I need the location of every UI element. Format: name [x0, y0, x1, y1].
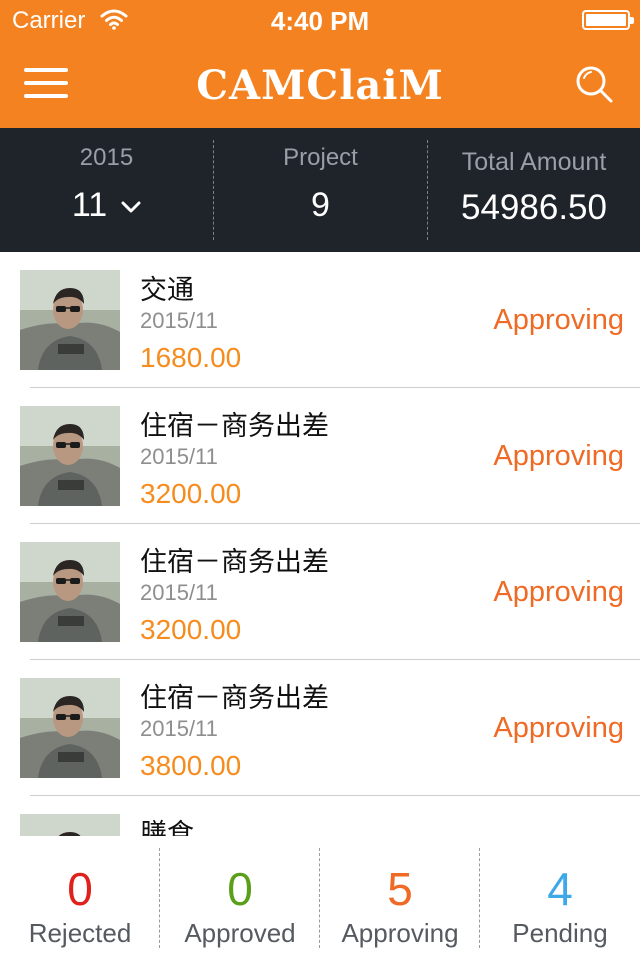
claim-date: 2015/11	[140, 580, 218, 605]
claim-status: Approving	[493, 304, 624, 336]
year-label: 2015	[79, 144, 134, 171]
claim-amount: 3200.00	[140, 614, 242, 645]
header: Carrier 4:40 PM CAMClaiM	[0, 0, 640, 128]
avatar	[20, 270, 120, 370]
tab-label: Pending	[512, 918, 608, 948]
nav-bar: CAMClaiM	[0, 40, 640, 128]
total-value: 54986.50	[461, 188, 607, 227]
list-item[interactable]: 住宿－商务出差 2015/11 3200.00 Approving	[0, 388, 640, 524]
claim-title: 住宿－商务出差	[140, 547, 329, 578]
month-number: 11	[71, 186, 108, 224]
avatar	[20, 542, 120, 642]
tab-label: Approved	[184, 918, 296, 948]
tab-count: 5	[387, 863, 413, 915]
claim-title: 住宿－商务出差	[140, 411, 329, 442]
claim-status: Approving	[493, 440, 624, 472]
tab-label: Rejected	[28, 918, 132, 948]
claim-list[interactable]: 交通 2015/11 1680.00 Approving 住宿－商务出差 201…	[0, 252, 640, 836]
list-item[interactable]: 住宿－商务出差 2015/11 3200.00 Approving	[0, 524, 640, 660]
tab-count: 0	[227, 863, 253, 915]
claim-title: 住宿－商务出差	[140, 683, 329, 714]
tab-pending[interactable]: 4 Pending	[480, 836, 640, 960]
project-label: Project	[283, 144, 358, 171]
claim-date: 2015/11	[140, 308, 218, 333]
list-item[interactable]: 住宿－商务出差 2015/11 3800.00 Approving	[0, 660, 640, 796]
claim-date: 2015/11	[140, 716, 218, 741]
chevron-down-icon	[121, 201, 141, 213]
claim-title: 交通	[140, 275, 194, 306]
project-summary: Project 9	[214, 128, 427, 252]
claim-amount: 3800.00	[140, 750, 242, 781]
status-bar: Carrier 4:40 PM	[0, 0, 640, 40]
avatar	[20, 406, 120, 506]
claim-amount: 3200.00	[140, 478, 242, 509]
claim-amount: 1680.00	[140, 342, 242, 373]
app-logo: CAMClaiM	[196, 62, 444, 109]
project-count: 9	[311, 186, 330, 224]
tab-count: 4	[547, 863, 573, 915]
claim-date: 2015/11	[140, 444, 218, 469]
claim-title: 膳食	[140, 819, 194, 836]
tab-approved[interactable]: 0 Approved	[160, 836, 320, 960]
summary-bar: 2015 11 Project 9 Total Amount 54986.50	[0, 128, 640, 252]
search-icon[interactable]	[574, 64, 614, 104]
claim-status: Approving	[493, 576, 624, 608]
clock: 4:40 PM	[270, 6, 370, 36]
tab-label: Approving	[341, 918, 459, 948]
avatar	[20, 678, 120, 778]
month-selector[interactable]: 2015 11	[0, 128, 213, 252]
avatar	[20, 814, 120, 836]
month-value: 11	[0, 186, 213, 225]
list-item[interactable]: 膳食	[0, 796, 640, 836]
status-tab-bar: 0 Rejected 0 Approved 5 Approving 4 Pend…	[0, 836, 640, 960]
claim-status: Approving	[493, 712, 624, 744]
tab-approving[interactable]: 5 Approving	[320, 836, 480, 960]
list-item[interactable]: 交通 2015/11 1680.00 Approving	[0, 252, 640, 388]
tab-rejected[interactable]: 0 Rejected	[0, 836, 160, 960]
battery-icon	[582, 10, 634, 30]
tab-count: 0	[67, 863, 93, 915]
total-label: Total Amount	[461, 148, 607, 176]
total-summary: Total Amount 54986.50	[428, 128, 640, 252]
